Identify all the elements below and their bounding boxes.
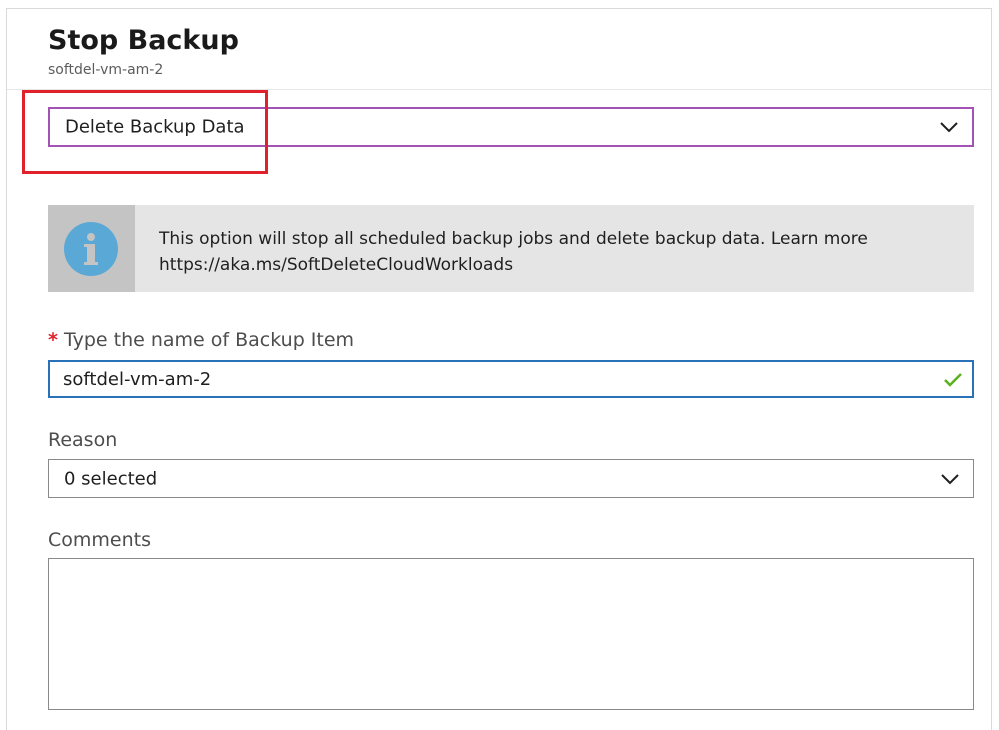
dropdown-value: Delete Backup Data <box>65 116 245 138</box>
info-icon-cell <box>48 205 135 292</box>
backup-item-name-input[interactable] <box>63 364 923 394</box>
info-icon <box>64 222 118 276</box>
chevron-down-icon <box>940 122 958 133</box>
backup-item-name-field[interactable] <box>48 360 974 398</box>
backup-item-name-label-text: Type the name of Backup Item <box>63 329 355 351</box>
info-message-line: This option will stop all scheduled back… <box>159 229 868 249</box>
reason-label: Reason <box>48 429 118 451</box>
learn-more-link[interactable]: https://aka.ms/SoftDeleteCloudWorkloads <box>159 252 949 278</box>
blade-header: Stop Backup softdel-vm-am-2 <box>48 24 239 78</box>
reason-dropdown[interactable]: 0 selected <box>48 459 974 498</box>
header-divider <box>7 89 991 90</box>
required-marker: * <box>48 329 58 351</box>
info-message: This option will stop all scheduled back… <box>159 226 949 278</box>
info-banner: This option will stop all scheduled back… <box>48 205 974 292</box>
page-title: Stop Backup <box>48 25 239 56</box>
stop-backup-mode-dropdown[interactable]: Delete Backup Data <box>48 107 974 147</box>
dropdown-value: 0 selected <box>64 468 158 489</box>
comments-label: Comments <box>48 529 151 551</box>
chevron-down-icon <box>941 473 959 484</box>
comments-textarea[interactable] <box>48 558 974 710</box>
page-subtitle: softdel-vm-am-2 <box>48 62 164 78</box>
checkmark-icon <box>944 373 962 387</box>
backup-item-name-label: * Type the name of Backup Item <box>48 329 354 351</box>
